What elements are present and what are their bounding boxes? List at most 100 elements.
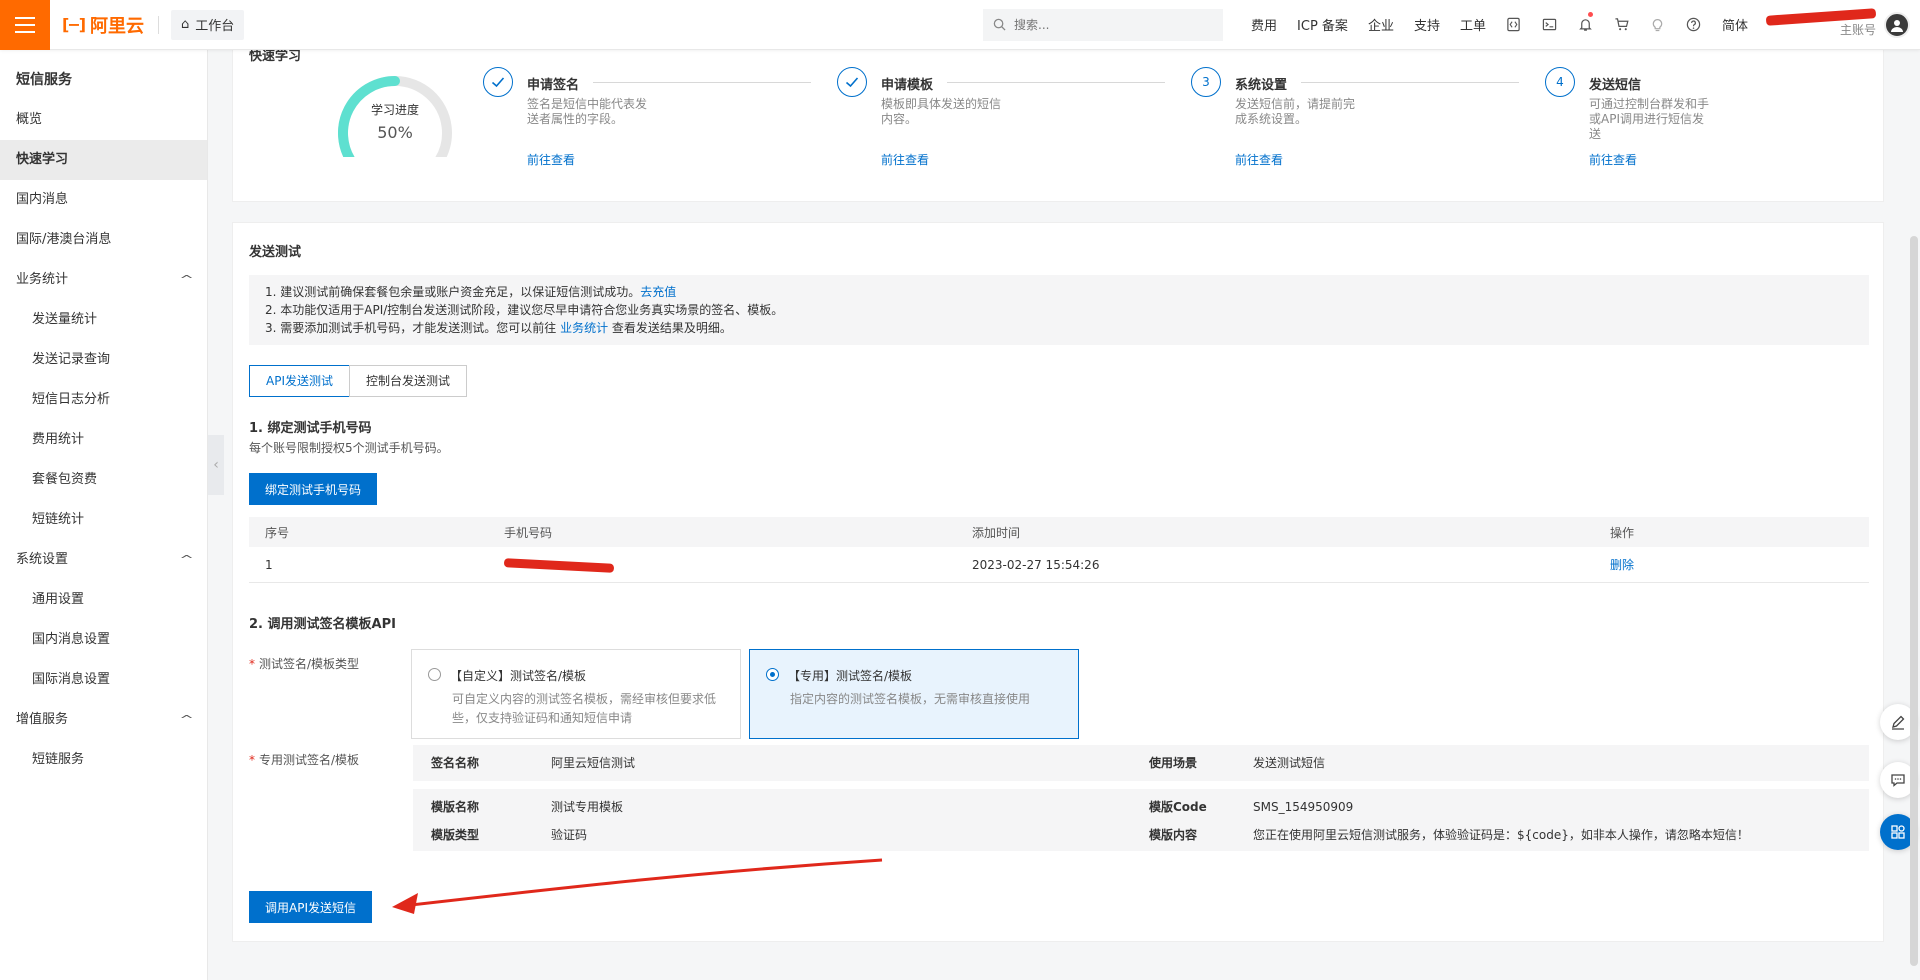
- sidebar-item-international[interactable]: 国际/港澳台消息: [0, 220, 207, 260]
- home-icon: ⌂: [181, 17, 190, 32]
- sidebar-item-send-records[interactable]: 发送记录查询: [0, 340, 207, 380]
- step-apply-template: 申请模板 模板即具体发送的短信内容。 前往查看: [837, 67, 1177, 187]
- logo-text: 阿里云: [90, 15, 145, 37]
- step-name: 申请模板: [881, 74, 944, 93]
- step-desc: 模板即具体发送的短信内容。: [881, 97, 1002, 126]
- sidebar-group-settings[interactable]: 系统设置 ^: [0, 540, 207, 580]
- sidebar-collapse-handle[interactable]: ‹: [208, 435, 224, 495]
- sidebar-item-overview[interactable]: 概览: [0, 100, 207, 140]
- sidebar-group-value-added[interactable]: 增值服务 ^: [0, 700, 207, 740]
- sidebar-item-domestic[interactable]: 国内消息: [0, 180, 207, 220]
- col-action: 操作: [1610, 525, 1635, 540]
- step-link[interactable]: 前往查看: [527, 151, 575, 168]
- step-connector: [1301, 82, 1519, 83]
- signature-info: 签名名称 阿里云短信测试 使用场景 发送测试短信: [413, 745, 1869, 781]
- progress-label: 学习进度: [370, 103, 419, 117]
- cell-phone-redacted: [503, 557, 972, 573]
- col-time: 添加时间: [972, 525, 1021, 540]
- sidebar-item-shortlink-service[interactable]: 短链服务: [0, 740, 207, 780]
- required-mark: *: [249, 753, 255, 767]
- language-switch[interactable]: 简体: [1722, 15, 1748, 34]
- sidebar-item-quick-learn[interactable]: 快速学习: [0, 140, 207, 180]
- sidebar-group-label: 增值服务: [16, 712, 69, 727]
- api-title: 2. 调用测试签名模板API: [249, 617, 396, 632]
- progress-gauge: 学习进度 50%: [333, 73, 457, 168]
- step-connector: [947, 82, 1165, 83]
- top-link-support[interactable]: 支持: [1414, 15, 1440, 34]
- sidebar-item-log-analysis[interactable]: 短信日志分析: [0, 380, 207, 420]
- radio-dedicated[interactable]: [766, 668, 779, 681]
- radio-custom[interactable]: [428, 668, 441, 681]
- workbench-label: 工作台: [195, 19, 235, 34]
- quick-learn-card: 快速学习 学习进度 50% 申请签名 签名是短信中能代表发送者属性的字段。 前往…: [232, 42, 1884, 202]
- notice-line-1: 1. 建议测试前确保套餐包余量或账户资金充足，以保证短信测试成功。去充值: [265, 285, 677, 299]
- recharge-link[interactable]: 去充值: [640, 285, 676, 299]
- tpl-name-value: 测试专用模板: [551, 800, 624, 814]
- type-label: * 测试签名/模板类型: [249, 657, 360, 671]
- delete-link[interactable]: 删除: [1610, 558, 1634, 572]
- step-link[interactable]: 前往查看: [1589, 151, 1637, 168]
- top-link-enterprise[interactable]: 企业: [1368, 15, 1394, 34]
- option-desc: 可自定义内容的测试签名模板，需经审核但要求低些，仅支持验证码和通知短信申请: [452, 692, 717, 725]
- avatar[interactable]: [1884, 11, 1910, 38]
- top-link-fee[interactable]: 费用: [1251, 15, 1277, 34]
- workbench-button[interactable]: ⌂ 工作台: [171, 9, 245, 40]
- sidebar-item-fee-stats[interactable]: 费用统计: [0, 420, 207, 460]
- search-icon: [993, 18, 1006, 31]
- aliyun-logo[interactable]: [−] 阿里云: [62, 12, 144, 38]
- sidebar-item-shortlink-stats[interactable]: 短链统计: [0, 500, 207, 540]
- dedicated-label: * 专用测试签名/模板: [249, 753, 360, 767]
- sidebar-group-label: 系统设置: [16, 552, 69, 567]
- option-custom[interactable]: 【自定义】测试签名/模板 可自定义内容的测试签名模板，需经审核但要求低些，仅支持…: [411, 649, 741, 739]
- page-scrollbar[interactable]: [1910, 236, 1918, 966]
- account-menu[interactable]: 主账号: [1765, 7, 1910, 38]
- top-link-ticket[interactable]: 工单: [1460, 15, 1486, 34]
- chevron-up-icon: ^: [179, 713, 194, 726]
- template-info: 模版名称 测试专用模板 模版Code SMS_154950909 模版类型 验证…: [413, 789, 1869, 851]
- scene-key: 使用场景: [1149, 756, 1198, 770]
- bell-icon[interactable]: [1568, 0, 1604, 50]
- option-dedicated[interactable]: 【专用】测试签名/模板 指定内容的测试签名模板，无需审核直接使用: [749, 649, 1079, 739]
- sidebar-item-domestic-settings[interactable]: 国内消息设置: [0, 620, 207, 660]
- cart-icon[interactable]: [1604, 0, 1640, 50]
- tab-api-test[interactable]: API发送测试: [249, 365, 350, 397]
- col-index: 序号: [265, 525, 290, 540]
- top-link-icp[interactable]: ICP 备案: [1297, 15, 1348, 34]
- search-box[interactable]: [983, 8, 1224, 41]
- logo-mark-icon: [−]: [62, 15, 86, 34]
- call-api-send-button[interactable]: 调用API发送短信: [249, 891, 372, 923]
- step-connector: [593, 82, 811, 83]
- scene-value: 发送测试短信: [1253, 756, 1326, 770]
- code-icon[interactable]: [1496, 0, 1532, 50]
- sidebar-group-stats[interactable]: 业务统计 ^: [0, 260, 207, 300]
- sign-name-key: 签名名称: [431, 756, 480, 770]
- account-type: 主账号: [1839, 22, 1876, 37]
- business-stats-link[interactable]: 业务统计: [560, 321, 608, 335]
- table-row: 1 2023-02-27 15:54:26 删除: [249, 547, 1869, 583]
- step-system-settings: 3 系统设置 发送短信前，请提前完成系统设置。 前往查看: [1191, 67, 1531, 187]
- terminal-icon[interactable]: [1532, 0, 1568, 50]
- menu-icon[interactable]: [0, 0, 50, 50]
- help-icon[interactable]: [1676, 0, 1712, 50]
- sign-name-value: 阿里云短信测试: [551, 756, 636, 770]
- option-desc: 指定内容的测试签名模板，无需审核直接使用: [790, 692, 1031, 706]
- sidebar-item-international-settings[interactable]: 国际消息设置: [0, 660, 207, 700]
- cell-index: 1: [265, 557, 273, 572]
- step-link[interactable]: 前往查看: [881, 151, 929, 168]
- lightbulb-icon[interactable]: [1640, 0, 1676, 50]
- account-text: 主账号: [1765, 7, 1877, 38]
- step-desc: 可通过控制台群发和手或API调用进行短信发送: [1589, 97, 1710, 141]
- top-bar: [−] 阿里云 ⌂ 工作台 费用 ICP 备案 企业 支持 工单 简体 主账号: [0, 0, 1920, 50]
- step-link[interactable]: 前往查看: [1235, 151, 1283, 168]
- sidebar-item-general-settings[interactable]: 通用设置: [0, 580, 207, 620]
- step-desc: 签名是短信中能代表发送者属性的字段。: [527, 97, 648, 126]
- sidebar-item-send-volume[interactable]: 发送量统计: [0, 300, 207, 340]
- search-input[interactable]: [1014, 17, 1205, 32]
- cell-action: 删除: [1610, 556, 1869, 573]
- tab-console-test[interactable]: 控制台发送测试: [349, 365, 468, 397]
- bind-phone-button[interactable]: 绑定测试手机号码: [249, 473, 378, 505]
- template-row-1: 模版名称 测试专用模板 模版Code SMS_154950909: [413, 797, 1869, 817]
- sidebar-title: 短信服务: [16, 72, 72, 88]
- sidebar-item-package-fee[interactable]: 套餐包资费: [0, 460, 207, 500]
- step-name: 系统设置: [1235, 74, 1298, 93]
